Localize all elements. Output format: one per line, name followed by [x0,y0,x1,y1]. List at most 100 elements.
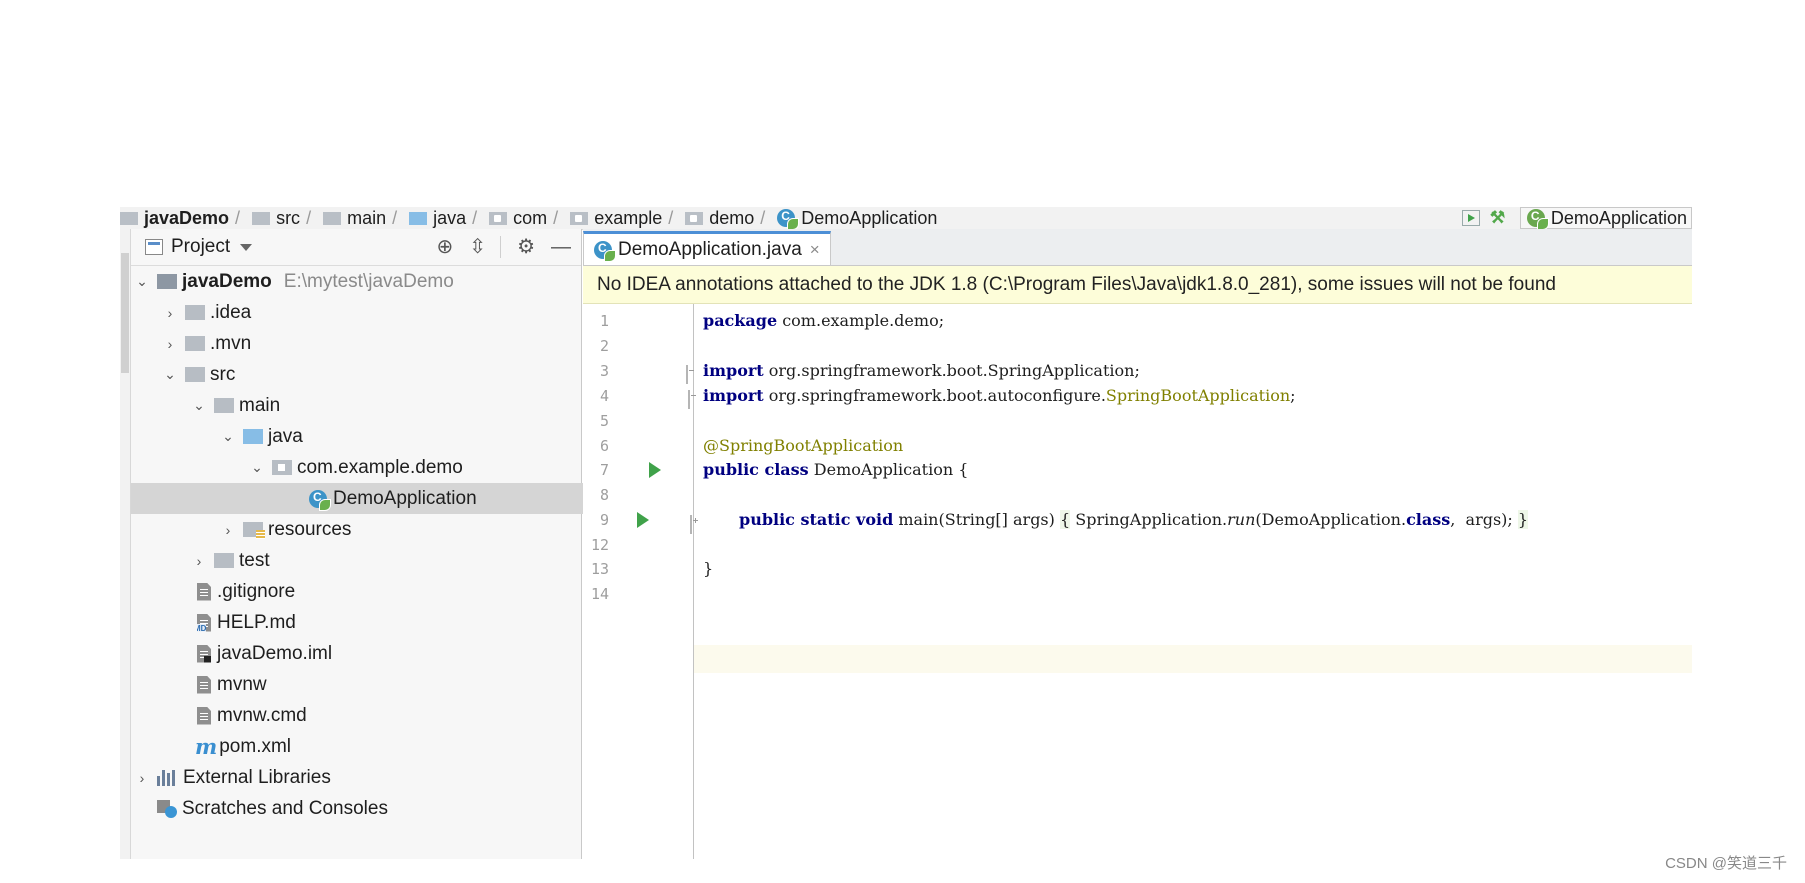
code-line-1: package com.example.demo; [703,311,945,330]
project-view-icon [145,239,163,255]
tree-item-pom[interactable]: m pom.xml [131,731,643,762]
chevron-down-icon[interactable]: ⌄ [221,428,235,444]
chevron-right-icon[interactable]: › [163,305,177,321]
line-number: 13 [590,560,609,578]
line-number: 8 [599,486,609,504]
ide-window: javaDemo / src / main / java / com / example /… [120,207,1692,859]
tree-item-scratches[interactable]: Scratches and Consoles [131,793,585,824]
crumb-class[interactable]: DemoApplication [777,208,937,229]
fold-collapse-icon[interactable] [688,390,690,409]
tree-item-mvn[interactable]: › .mvn [131,328,613,359]
tree-item-iml[interactable]: javaDemo.iml [131,638,643,669]
tree-item-help-md[interactable]: HELP.md [131,607,643,638]
tree-item-external-libraries[interactable]: › External Libraries [131,762,585,793]
collapse-all-icon[interactable]: ⇳ [469,237,486,257]
folder-icon [185,336,205,351]
module-folder-icon [157,274,177,289]
minimize-icon[interactable]: — [551,237,571,257]
source-folder-icon [409,211,428,225]
tree-item-gitignore[interactable]: .gitignore [131,576,643,607]
crumb-project[interactable]: javaDemo / [120,208,246,229]
code-line-13: } [703,559,714,578]
file-icon [197,675,211,694]
line-number: 9 [599,511,609,529]
package-icon [570,211,589,225]
file-icon [197,582,211,601]
tree-item-mvnw[interactable]: mvnw [131,669,643,700]
code-line-6: @SpringBootApplication [703,436,904,455]
build-hammer-icon[interactable]: ⚒ [1490,209,1510,226]
watermark-caption: CSDN @笑道三千 [1665,855,1787,872]
chevron-right-icon[interactable]: › [221,522,235,538]
code-area[interactable]: 1 2 3 4 5 6 7 8 9 12 13 14 package com.e… [583,304,1692,859]
run-gutter-icon[interactable] [637,512,649,528]
chevron-down-icon[interactable]: ⌄ [192,397,206,413]
crumb-com[interactable]: com / [489,208,564,229]
tab-DemoApplication[interactable]: DemoApplication.java × [583,231,831,265]
run-gutter-icon[interactable] [649,462,661,478]
crumb-main[interactable]: main / [323,208,403,229]
tool-window-strip [120,229,131,859]
chevron-right-icon[interactable]: › [192,553,206,569]
chevron-right-icon[interactable]: › [163,336,177,352]
module-file-icon [197,644,211,663]
tree-item-javaDemo[interactable]: ⌄ javaDemo E:\mytest\javaDemo [131,266,585,297]
crumb-demo[interactable]: demo / [685,208,771,229]
folder-icon [185,305,205,320]
scratches-icon [157,799,177,818]
chevron-right-icon[interactable]: › [135,770,149,786]
tree-item-test[interactable]: › test [131,545,642,576]
code-line-7: public class DemoApplication { [703,460,969,479]
line-number: 14 [590,585,609,603]
line-number: 7 [599,461,609,479]
code-line-9: public static void main(String[] args) {… [739,510,1529,529]
spring-class-icon [309,489,331,511]
close-icon[interactable]: × [810,240,820,260]
package-icon [272,460,292,475]
chevron-down-icon[interactable]: ⌄ [250,459,264,475]
notification-banner: No IDEA annotations attached to the JDK … [583,266,1692,304]
editor-panel: DemoApplication.java × No IDEA annotatio… [583,229,1692,859]
line-number: 1 [599,312,609,330]
crumb-example[interactable]: example / [570,208,679,229]
tree-item-idea[interactable]: › .idea [131,297,613,328]
fold-collapse-icon[interactable] [686,365,688,384]
code-line-3: import org.springframework.boot.SpringAp… [703,361,1140,380]
package-icon [489,211,508,225]
tree-item-main[interactable]: ⌄ main [131,390,642,421]
folder-icon [214,553,234,568]
project-panel: Project ⊕ ⇳ ⚙ — ⌄ javaDemo E:\mytest\javaD… [131,229,759,859]
fold-expand-icon[interactable] [690,515,692,534]
project-view-title[interactable]: Project [171,236,230,258]
spring-class-icon [777,209,800,229]
toolbar-right: ⚒ DemoApplication [1454,207,1692,229]
gear-icon[interactable]: ⚙ [517,237,535,257]
locate-target-icon[interactable]: ⊕ [437,237,454,257]
crumb-java[interactable]: java / [409,208,483,229]
project-toolbar: Project ⊕ ⇳ ⚙ — [131,229,581,266]
resources-folder-icon [243,522,265,539]
line-number: 3 [599,362,609,380]
file-icon [197,706,211,725]
crumb-src[interactable]: src / [252,208,317,229]
code-line-4: import org.springframework.boot.autoconf… [703,386,1296,405]
editor-tabs: DemoApplication.java × [583,229,1692,266]
line-number: 6 [599,437,609,455]
caret-line-highlight [694,645,1692,673]
source-folder-icon [243,429,263,444]
chevron-down-icon[interactable]: ⌄ [163,366,177,382]
tree-item-src[interactable]: ⌄ src [131,359,613,390]
folder-icon [323,211,342,225]
navigation-bar: javaDemo / src / main / java / com / example /… [120,207,1692,230]
tree-item-mvnw-cmd[interactable]: mvnw.cmd [131,700,643,731]
project-tool-tab[interactable] [121,253,129,373]
chevron-down-icon[interactable]: ⌄ [135,273,149,289]
spring-class-icon [594,240,616,262]
run-icon[interactable] [1461,210,1480,226]
chevron-down-icon[interactable] [240,243,253,251]
folder-icon [185,367,205,382]
folder-icon [214,398,234,413]
folder-icon [120,211,138,225]
line-number: 12 [590,536,609,554]
run-configuration-select[interactable]: DemoApplication [1519,207,1692,229]
